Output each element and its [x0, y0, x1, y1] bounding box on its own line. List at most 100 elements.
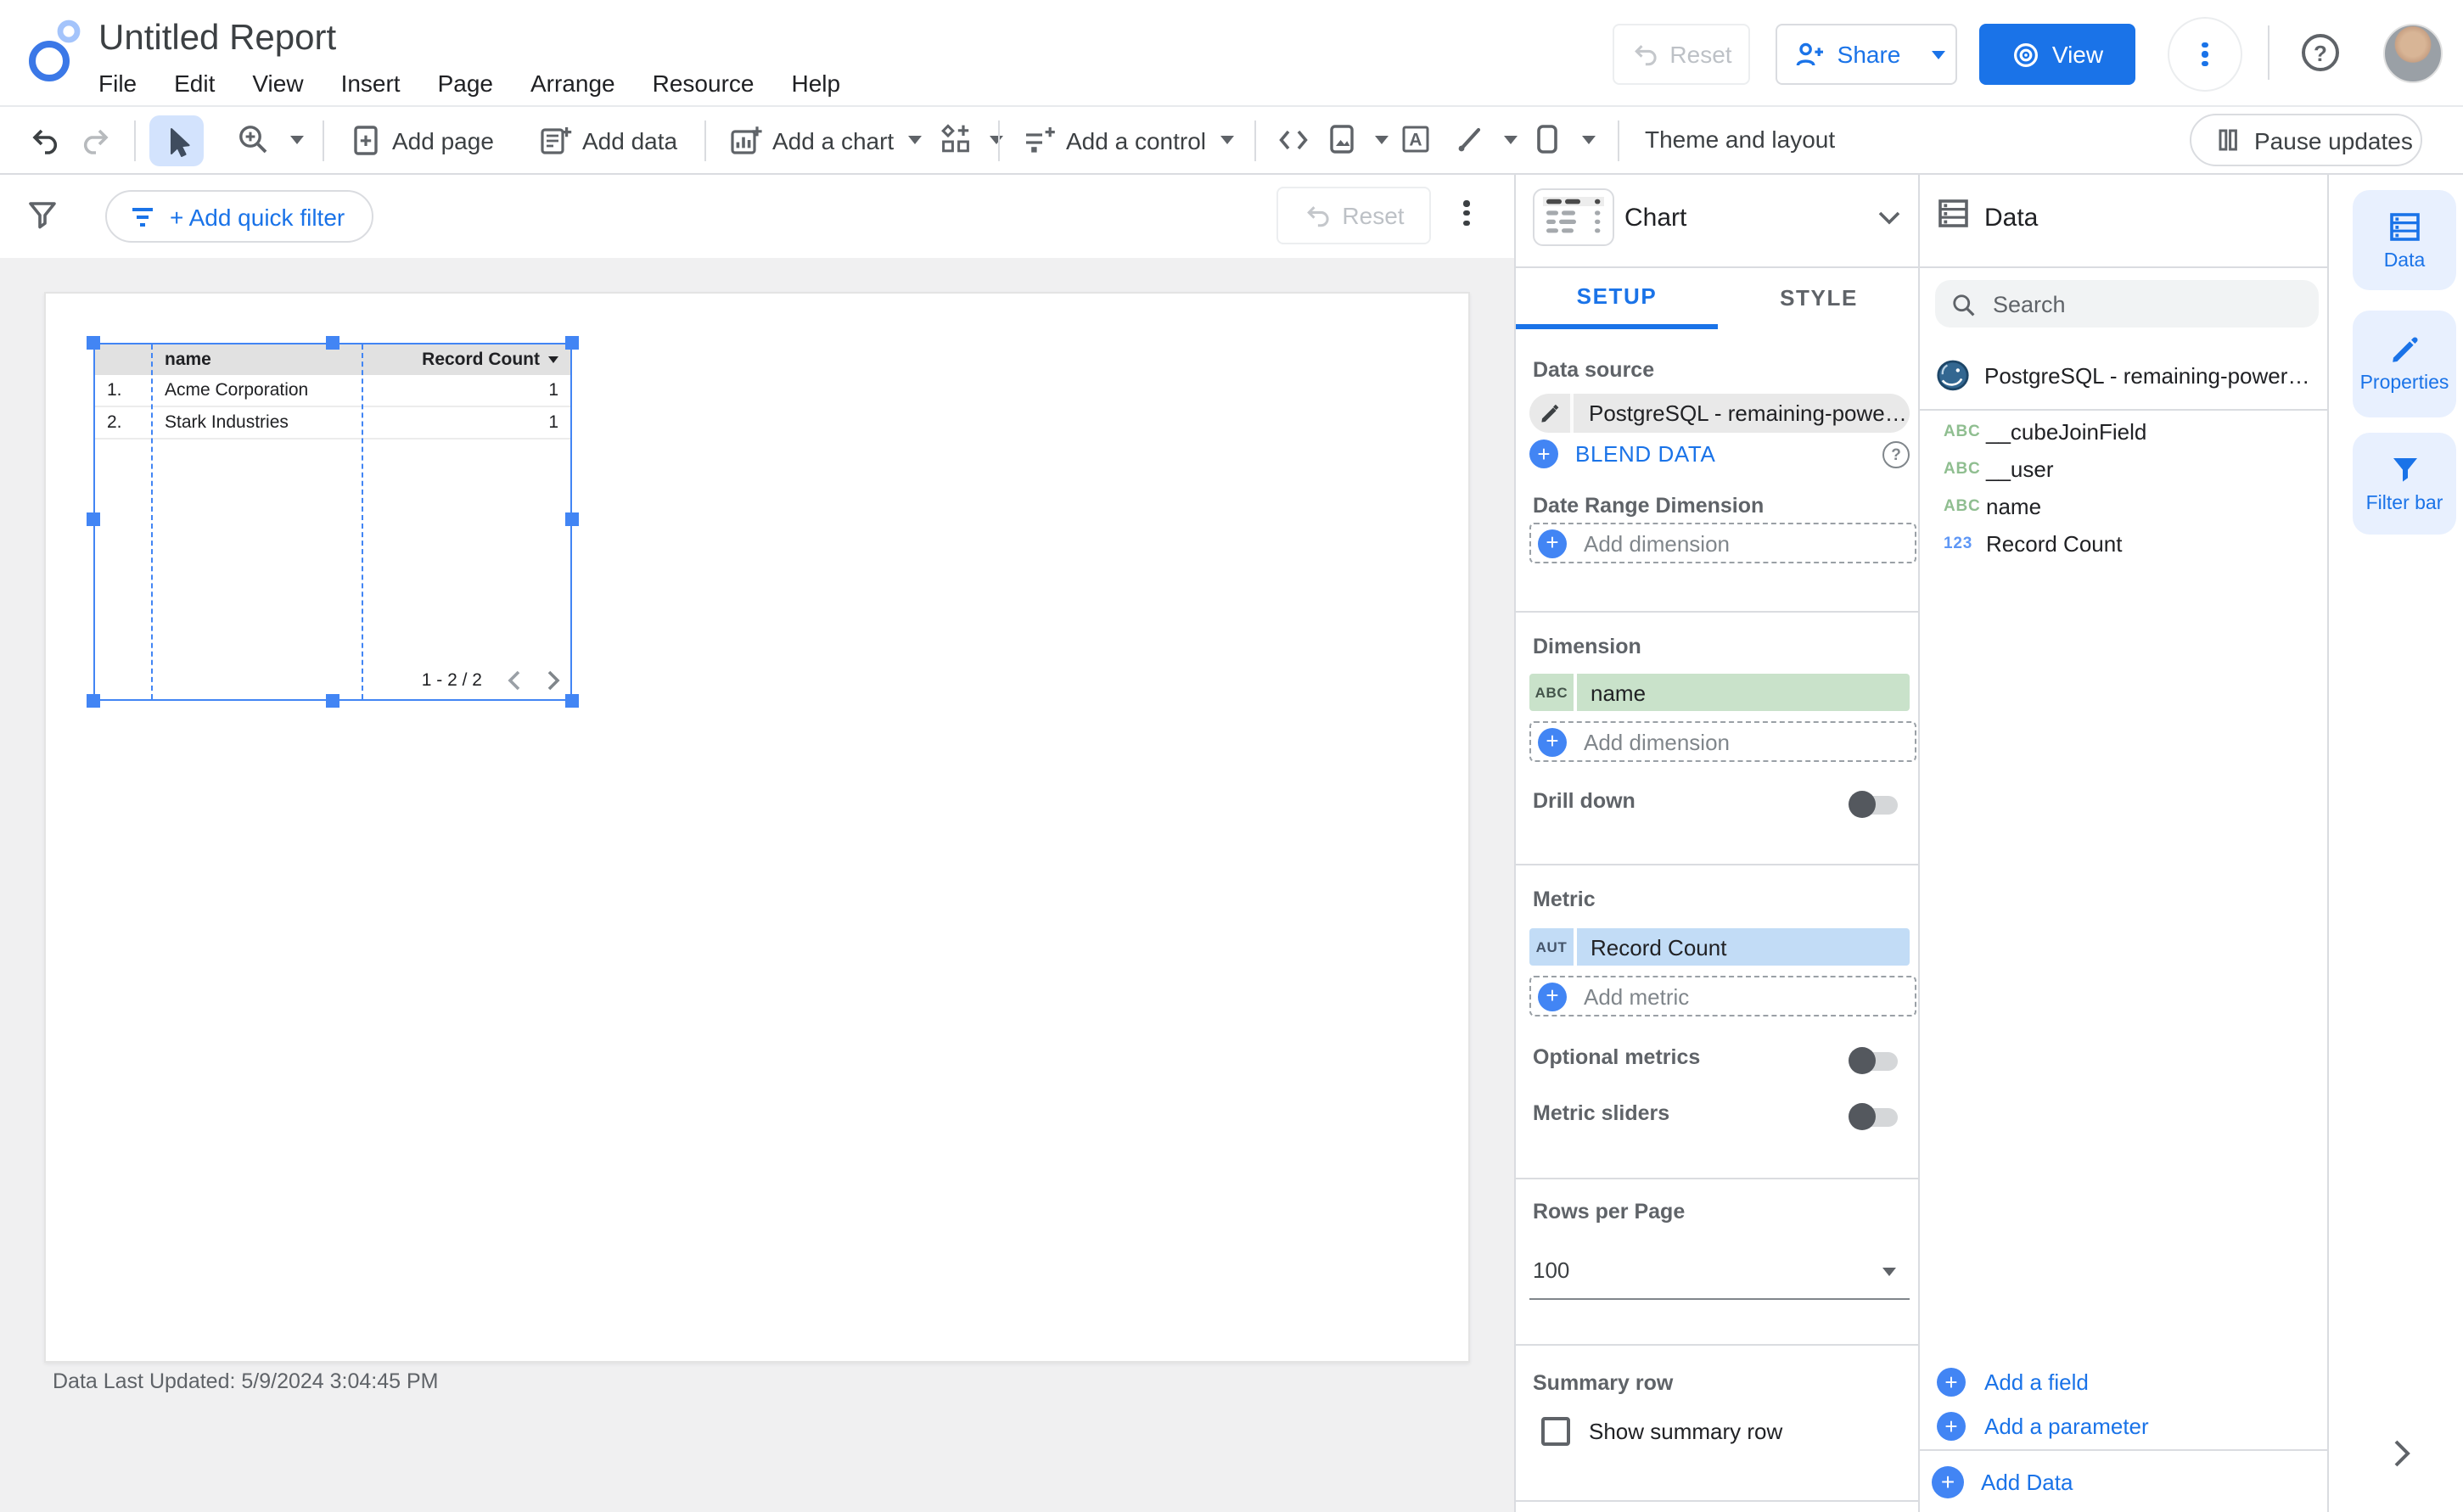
community-components-icon: [939, 122, 973, 156]
add-dimension-button[interactable]: Add dimension: [1529, 721, 1916, 762]
optional-metrics-toggle[interactable]: [1852, 1052, 1898, 1071]
redo-button[interactable]: [80, 124, 112, 156]
resize-handle-e[interactable]: [565, 512, 579, 526]
reset-button-top[interactable]: Reset: [1613, 24, 1750, 85]
community-visualizations-button[interactable]: [939, 122, 1003, 156]
looker-studio-logo: [27, 15, 81, 87]
field-search[interactable]: [1935, 280, 2319, 328]
chevron-down-icon: [1220, 136, 1233, 144]
show-summary-row-checkbox[interactable]: [1541, 1417, 1570, 1446]
add-quick-filter-button[interactable]: + Add quick filter: [105, 190, 373, 243]
undo-button[interactable]: [29, 124, 61, 156]
table-chart[interactable]: name Record Count 1. Acme Corporation 1 …: [93, 343, 572, 701]
data-source-chip[interactable]: PostgreSQL - remaining-powe…: [1529, 394, 1910, 433]
table-row: 1. Acme Corporation 1: [95, 375, 570, 407]
shape-tool[interactable]: [1531, 122, 1596, 156]
pause-updates-button[interactable]: Pause updates: [2190, 114, 2422, 166]
data-source-row[interactable]: PostgreSQL - remaining-powersville_d…: [1920, 356, 2310, 394]
chart-type-button[interactable]: [1533, 188, 1614, 246]
menu-help[interactable]: Help: [791, 70, 840, 97]
menu-page[interactable]: Page: [438, 70, 493, 97]
reset-filters-button[interactable]: Reset: [1276, 187, 1431, 244]
rows-per-page-select[interactable]: 100: [1533, 1257, 1569, 1283]
toggle-knob: [1849, 791, 1876, 818]
undo-icon: [1630, 41, 1658, 68]
filter-bar-menu-button[interactable]: [1456, 197, 1477, 230]
add-dimension-label: Add dimension: [1584, 530, 1730, 556]
chevron-right-icon[interactable]: [547, 670, 560, 691]
share-button[interactable]: Share: [1776, 24, 1957, 85]
resize-handle-s[interactable]: [326, 694, 339, 708]
search-input[interactable]: [1989, 289, 2268, 318]
add-data-button-panel[interactable]: Add Data: [1932, 1466, 2073, 1498]
pause-icon: [2215, 127, 2241, 153]
menu-edit[interactable]: Edit: [174, 70, 215, 97]
resize-handle-sw[interactable]: [87, 694, 100, 708]
help-icon[interactable]: [2302, 34, 2339, 71]
rail-filter-bar-button[interactable]: Filter bar: [2353, 433, 2456, 535]
report-canvas[interactable]: name Record Count 1. Acme Corporation 1 …: [0, 258, 1514, 1512]
field-row[interactable]: ABC name: [1920, 487, 2041, 524]
add-a-field-button[interactable]: Add a field: [1937, 1368, 2089, 1397]
field-name: __cubeJoinField: [1986, 418, 2146, 444]
resize-handle-n[interactable]: [326, 336, 339, 350]
resize-handle-w[interactable]: [87, 512, 100, 526]
add-metric-button[interactable]: Add metric: [1529, 976, 1916, 1016]
field-row[interactable]: ABC __user: [1920, 450, 2054, 487]
menu-arrange[interactable]: Arrange: [530, 70, 615, 97]
field-row[interactable]: 123 Record Count: [1920, 524, 2122, 562]
share-main[interactable]: Share: [1775, 39, 1918, 70]
column-header-record-count[interactable]: Record Count: [363, 350, 570, 370]
select-tool[interactable]: [149, 115, 204, 166]
add-page-button[interactable]: Add page: [350, 124, 494, 156]
report-title[interactable]: Untitled Report: [98, 19, 336, 59]
chevron-down-icon[interactable]: [1882, 1268, 1896, 1276]
field-row[interactable]: ABC __cubeJoinField: [1920, 412, 2146, 450]
more-options-button[interactable]: [2168, 17, 2242, 92]
menu-view[interactable]: View: [252, 70, 303, 97]
tab-setup[interactable]: SETUP: [1516, 266, 1718, 329]
metric-sliders-toggle[interactable]: [1852, 1108, 1898, 1127]
theme-layout-button[interactable]: Theme and layout: [1645, 126, 1835, 153]
cell-name: Stark Industries: [153, 412, 363, 433]
add-control-button[interactable]: Add a control: [1022, 124, 1233, 156]
dimension-chip[interactable]: ABC name: [1529, 674, 1910, 711]
rail-data-button[interactable]: Data: [2353, 190, 2456, 290]
resize-handle-nw[interactable]: [87, 336, 100, 350]
resize-handle-ne[interactable]: [565, 336, 579, 350]
zoom-tool[interactable]: [236, 122, 304, 156]
image-icon: [1326, 122, 1358, 156]
drill-down-toggle[interactable]: [1852, 796, 1898, 815]
chevron-left-icon[interactable]: [508, 670, 521, 691]
help-circle-icon[interactable]: ?: [1882, 441, 1910, 468]
add-date-range-dimension[interactable]: Add dimension: [1529, 523, 1916, 563]
edit-toolbar: Add page Add data Add a chart: [0, 107, 2463, 175]
filter-icon: [25, 199, 59, 232]
rail-properties-button[interactable]: Properties: [2353, 311, 2456, 417]
add-data-button[interactable]: Add data: [538, 124, 677, 156]
menu-insert[interactable]: Insert: [341, 70, 401, 97]
report-page[interactable]: name Record Count 1. Acme Corporation 1 …: [44, 292, 1470, 1363]
edit-data-source-button[interactable]: [1529, 394, 1574, 433]
share-dropdown[interactable]: [1917, 50, 1958, 59]
line-tool[interactable]: [1453, 122, 1518, 156]
add-chart-button[interactable]: Add a chart: [728, 124, 921, 156]
menu-resource[interactable]: Resource: [653, 70, 755, 97]
collapse-panel-chevron-icon[interactable]: [2393, 1439, 2410, 1468]
metric-chip[interactable]: AUT Record Count: [1529, 928, 1910, 966]
column-header-name[interactable]: name: [153, 350, 363, 370]
text-tool[interactable]: A: [1399, 122, 1433, 156]
field-type-badge: ABC: [1529, 674, 1577, 711]
image-tool[interactable]: [1326, 122, 1389, 156]
blend-data-button[interactable]: BLEND DATA: [1529, 440, 1715, 468]
embed-url-button[interactable]: [1276, 124, 1310, 156]
add-a-parameter-button[interactable]: Add a parameter: [1937, 1412, 2149, 1441]
view-button[interactable]: View: [1979, 24, 2135, 85]
menu-file[interactable]: File: [98, 70, 137, 97]
avatar[interactable]: [2383, 24, 2443, 83]
chevron-down-icon[interactable]: [1877, 210, 1901, 226]
resize-handle-se[interactable]: [565, 694, 579, 708]
rail-data-label: Data: [2384, 250, 2426, 271]
tab-style[interactable]: STYLE: [1718, 266, 1920, 329]
reset-label: Reset: [1669, 41, 1731, 68]
